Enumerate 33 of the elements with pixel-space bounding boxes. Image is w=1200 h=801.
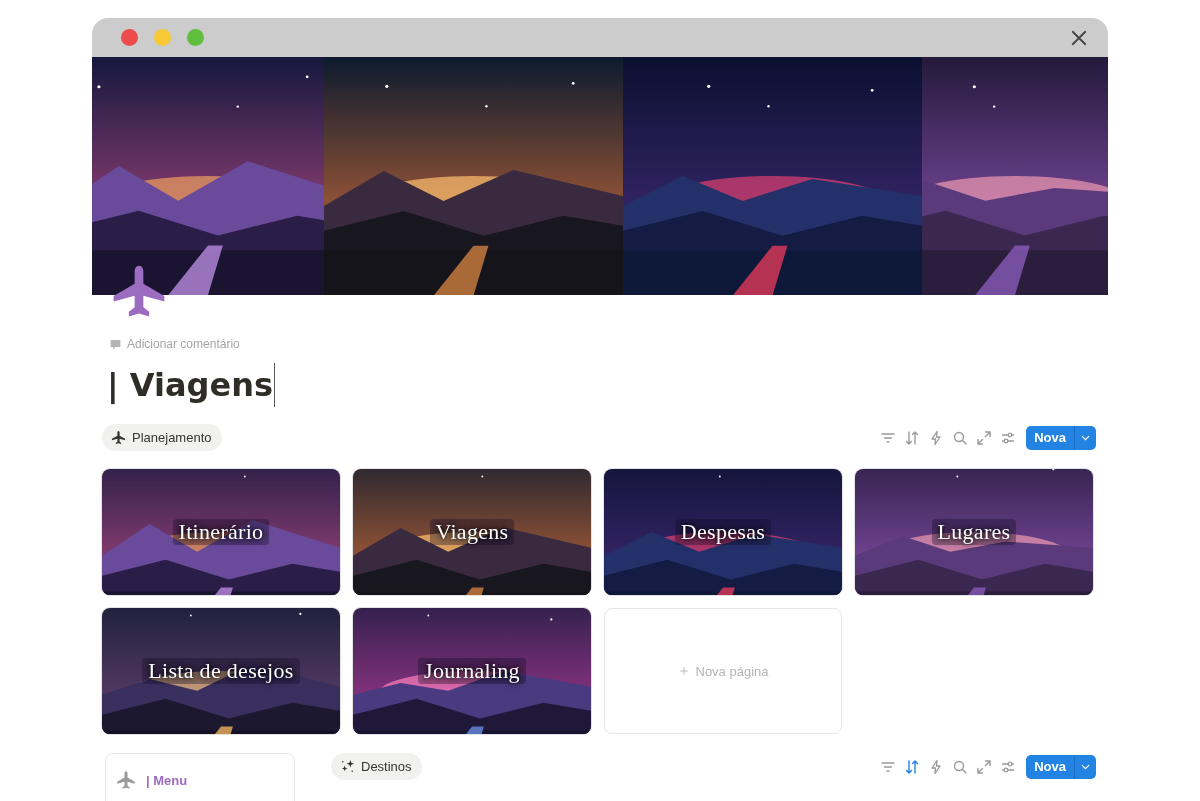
view-tab[interactable]: Planejamento — [102, 424, 222, 451]
sort-icon — [904, 758, 921, 775]
view-tab[interactable]: Destinos — [331, 753, 422, 780]
gallery-card[interactable]: Lista de desejos — [102, 608, 340, 734]
plane-icon — [116, 770, 136, 790]
menu-card[interactable]: | Menu — [105, 753, 295, 801]
sparkle-icon — [340, 759, 355, 774]
close-window-dot[interactable] — [121, 29, 138, 46]
dropdown-button[interactable] — [1074, 425, 1096, 450]
expand-icon — [976, 758, 993, 775]
new-button[interactable]: Nova — [1026, 754, 1074, 779]
search-icon — [952, 758, 969, 775]
new-button[interactable]: Nova — [1026, 425, 1074, 450]
page-title[interactable]: | Viagens — [107, 363, 274, 407]
search-icon — [952, 429, 969, 446]
comment-icon — [109, 337, 122, 351]
gallery-card[interactable]: Despesas — [604, 469, 842, 595]
expand-icon — [976, 429, 993, 446]
menu-link[interactable]: | Menu — [146, 773, 188, 788]
close-icon — [1070, 28, 1088, 47]
maximize-window-dot[interactable] — [187, 29, 204, 46]
sort-icon — [904, 429, 921, 446]
plus-icon — [677, 665, 690, 677]
text-cursor — [274, 363, 276, 407]
card-title: Viagens — [429, 519, 515, 545]
dropdown-button[interactable] — [1074, 754, 1096, 779]
plane-icon — [111, 430, 126, 445]
gallery-card[interactable]: Journaling — [353, 608, 591, 734]
gallery-card[interactable]: Itinerário — [102, 469, 340, 595]
gallery-card[interactable]: Viagens — [353, 469, 591, 595]
gallery-card[interactable]: Lugares — [855, 469, 1093, 595]
minimize-window-dot[interactable] — [154, 29, 171, 46]
close-button[interactable] — [1070, 28, 1088, 47]
